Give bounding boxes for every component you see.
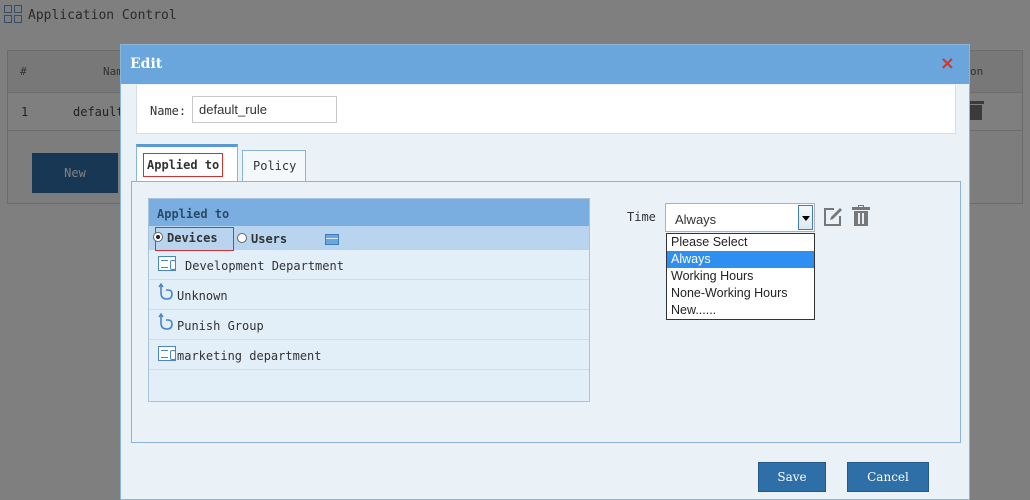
time-option-please-select[interactable]: Please Select xyxy=(667,234,814,251)
users-radio-label[interactable]: Users xyxy=(251,232,287,246)
time-select[interactable]: Always xyxy=(665,203,815,232)
tab-policy[interactable]: Policy xyxy=(242,150,306,181)
list-item[interactable]: Development Department xyxy=(149,250,589,280)
list-item-label: marketing department xyxy=(177,349,322,363)
time-option-new[interactable]: New...... xyxy=(667,302,814,319)
time-dropdown-list: Please Select Always Working Hours None-… xyxy=(666,233,815,320)
department-icon xyxy=(158,346,176,361)
tab-applied-to-label: Applied to xyxy=(143,153,224,177)
users-radio[interactable] xyxy=(237,233,247,243)
list-item[interactable]: marketing department xyxy=(149,340,589,370)
cancel-button[interactable]: Cancel xyxy=(847,462,929,492)
tab-applied-to[interactable]: Applied to xyxy=(136,144,238,181)
tab-content: Applied to Devices Users Development Dep… xyxy=(131,181,961,443)
group-hook-icon xyxy=(158,283,173,300)
applied-to-header-label: Applied to xyxy=(157,207,230,221)
name-section: Name: default_rule xyxy=(136,85,956,134)
dialog-header: Edit × xyxy=(121,45,969,84)
applied-to-list: Development Department Unknown Punish Gr… xyxy=(149,250,589,370)
dialog-title: Edit xyxy=(130,56,163,72)
list-item-label: Punish Group xyxy=(177,319,264,333)
tab-policy-label: Policy xyxy=(253,159,297,173)
list-item[interactable]: Unknown xyxy=(149,280,589,310)
list-item[interactable]: Punish Group xyxy=(149,310,589,340)
group-hook-icon xyxy=(158,313,173,330)
devices-radio[interactable] xyxy=(153,232,163,242)
edit-icon[interactable] xyxy=(822,206,844,228)
list-item-label: Unknown xyxy=(177,289,228,303)
target-type-radio-group: Devices Users xyxy=(149,226,589,251)
close-icon[interactable]: × xyxy=(940,54,955,74)
time-label: Time xyxy=(627,210,656,224)
time-option-working-hours[interactable]: Working Hours xyxy=(667,268,814,285)
department-icon xyxy=(158,256,176,271)
delete-icon[interactable] xyxy=(851,205,871,227)
chevron-down-icon[interactable] xyxy=(798,205,813,230)
name-input[interactable]: default_rule xyxy=(192,96,337,123)
devices-radio-label[interactable]: Devices xyxy=(167,231,218,245)
edit-dialog: Edit × Name: default_rule Applied to Pol… xyxy=(120,44,970,500)
time-option-always[interactable]: Always xyxy=(667,251,814,268)
list-item-label: Development Department xyxy=(185,259,344,273)
save-button[interactable]: Save xyxy=(758,462,826,492)
time-select-value: Always xyxy=(675,212,717,227)
folder-icon[interactable] xyxy=(325,234,339,245)
applied-to-header: Applied to xyxy=(149,199,589,226)
name-label: Name: xyxy=(150,104,187,118)
applied-to-panel: Applied to Devices Users Development Dep… xyxy=(148,198,590,402)
time-option-none-working-hours[interactable]: None-Working Hours xyxy=(667,285,814,302)
